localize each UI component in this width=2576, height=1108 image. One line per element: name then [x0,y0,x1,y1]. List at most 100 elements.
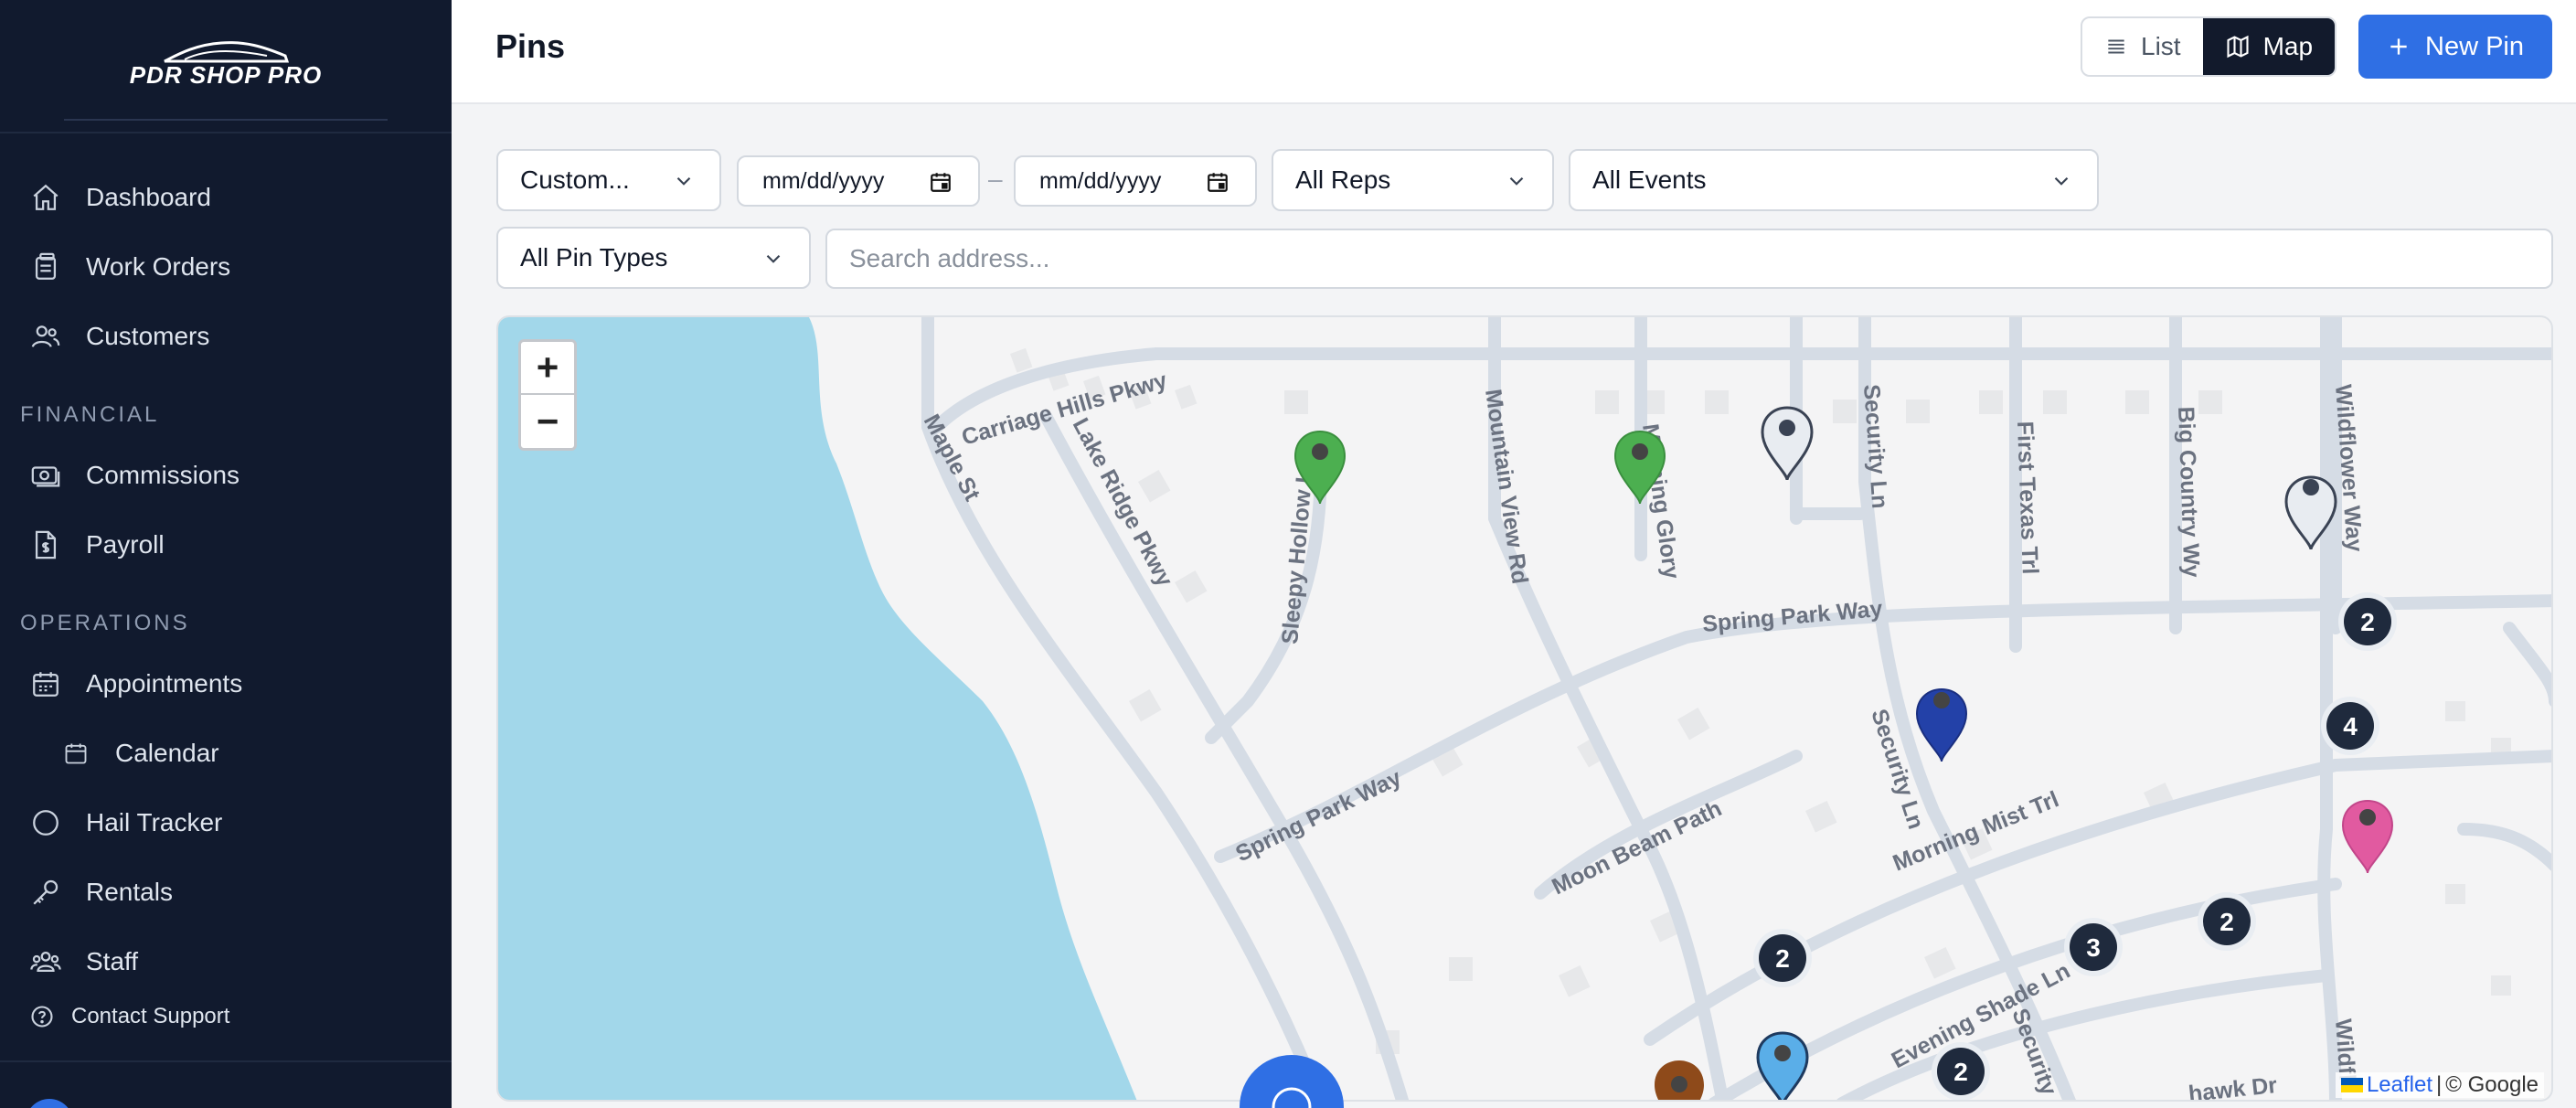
help-button[interactable] [1240,1055,1344,1108]
map-cluster[interactable]: 2 [2338,592,2397,651]
nav-customers-label: Customers [86,322,210,350]
clipboard-icon [29,250,62,283]
map-attribution: Leaflet | © Google [2335,1072,2544,1098]
reps-select[interactable]: All Reps [1272,149,1554,211]
attribution-separator: | [2436,1072,2443,1097]
zoom-in-button[interactable]: + [521,342,574,395]
users-icon [29,320,62,353]
cluster-count: 2 [1953,1058,1968,1086]
calendar-picker-icon[interactable] [929,170,953,194]
nav-hail-tracker[interactable]: Hail Tracker [0,795,452,850]
contact-support-label: Contact Support [71,1004,230,1028]
brand-name: PDR SHOP PRO [129,60,323,89]
chevron-down-icon [676,176,691,186]
key-icon [29,876,62,909]
street-label: hawk Dr [2187,1072,2279,1102]
address-search-input[interactable]: Search address... [825,229,2553,289]
section-financial: FINANCIAL [20,402,160,427]
sidebar: PDR SHOP PRO Dashboard Work Orders Custo… [0,0,452,1108]
nav-calendar-label: Calendar [115,739,219,767]
nav-appointments-label: Appointments [86,669,243,698]
map-pin-brown[interactable] [1655,1060,1704,1102]
chevron-down-icon [1509,176,1524,186]
map-cluster[interactable]: 4 [2321,697,2379,755]
nav-calendar[interactable]: Calendar [0,726,452,781]
help-circle-icon [29,1004,55,1029]
document-dollar-icon [29,528,62,561]
address-search-placeholder: Search address... [849,244,1050,272]
home-icon [29,181,62,214]
nav-work-orders[interactable]: Work Orders [0,240,452,294]
start-date-input[interactable]: mm/dd/yyyy [737,155,980,207]
nav-rentals-label: Rentals [86,878,173,906]
chevron-down-icon [2054,176,2069,186]
section-operations: OPERATIONS [20,611,190,635]
calendar-picker-icon[interactable] [1206,170,1229,194]
calendar-grid-icon [29,667,62,700]
lake [498,317,1137,1100]
nav-payroll[interactable]: Payroll [0,517,452,572]
ukraine-flag-icon [2340,1078,2363,1092]
date-range-select[interactable]: Custom... [496,149,721,211]
pin-types-select[interactable]: All Pin Types [496,227,811,289]
end-date-input[interactable]: mm/dd/yyyy [1014,155,1257,207]
list-view-button[interactable]: List [2082,18,2203,75]
map-pin-lightblue[interactable] [1756,1031,1809,1102]
list-view-label: List [2141,32,2181,60]
map-cluster[interactable]: 3 [2064,918,2123,976]
nav-commissions[interactable]: Commissions [0,448,452,503]
cluster-count: 2 [1775,944,1790,973]
nav-dashboard[interactable]: Dashboard [0,170,452,225]
brand-logo[interactable]: PDR SHOP PRO [130,39,322,90]
events-value: All Events [1592,165,1707,194]
cluster-count: 3 [2086,933,2101,962]
zoom-control: + − [518,339,577,451]
zoom-out-button[interactable]: − [521,395,574,448]
sidebar-footer-divider [0,1060,452,1062]
map-cluster[interactable]: 2 [1753,929,1812,987]
map-canvas[interactable]: Carriage Hills Pkwy Maple St Lake Ridge … [498,317,2553,1102]
view-toggle: List Map [2081,16,2337,77]
nav-appointments[interactable]: Appointments [0,656,452,711]
contact-support-link[interactable]: Contact Support [0,998,452,1035]
team-icon [29,945,62,978]
new-pin-button[interactable]: New Pin [2358,15,2552,79]
map-cluster[interactable]: 2 [1932,1042,1990,1101]
map-view-button[interactable]: Map [2202,18,2336,75]
map-pin-gray[interactable] [1761,406,1814,481]
street-label: Mountain View Rd [1480,388,1533,586]
nav-dashboard-label: Dashboard [86,183,211,211]
pin-types-value: All Pin Types [520,243,668,272]
start-date-placeholder: mm/dd/yyyy [762,167,885,194]
map-icon [2227,35,2249,59]
help-circle-icon [1272,1087,1312,1108]
circle-icon [29,806,62,839]
money-icon [29,459,62,492]
street-label: Spring Park Way [1701,596,1884,637]
logo-divider [64,119,388,121]
chevron-down-icon [766,254,781,263]
map-pin-navy[interactable] [1915,688,1968,762]
nav-payroll-label: Payroll [86,530,165,559]
cluster-count: 2 [2219,908,2234,936]
map-cluster[interactable]: 2 [2198,892,2256,951]
nav-work-orders-label: Work Orders [86,252,231,281]
date-separator: – [988,165,1003,193]
logo-area: PDR SHOP PRO [0,0,452,133]
cluster-count: 2 [2360,608,2375,636]
google-attribution: © Google [2445,1072,2539,1097]
nav-hail-tracker-label: Hail Tracker [86,808,223,836]
nav-commissions-label: Commissions [86,461,240,489]
nav-customers[interactable]: Customers [0,309,452,364]
pins-map[interactable]: Carriage Hills Pkwy Maple St Lake Ridge … [496,315,2553,1102]
avatar[interactable] [26,1099,73,1108]
events-select[interactable]: All Events [1569,149,2099,211]
reps-value: All Reps [1295,165,1391,194]
map-pin-pink[interactable] [2341,800,2394,874]
end-date-placeholder: mm/dd/yyyy [1039,167,1162,194]
calendar-icon [62,740,90,767]
nav-staff[interactable]: Staff [0,934,452,989]
new-pin-label: New Pin [2425,31,2524,61]
nav-rentals[interactable]: Rentals [0,865,452,920]
leaflet-link[interactable]: Leaflet [2367,1072,2432,1098]
